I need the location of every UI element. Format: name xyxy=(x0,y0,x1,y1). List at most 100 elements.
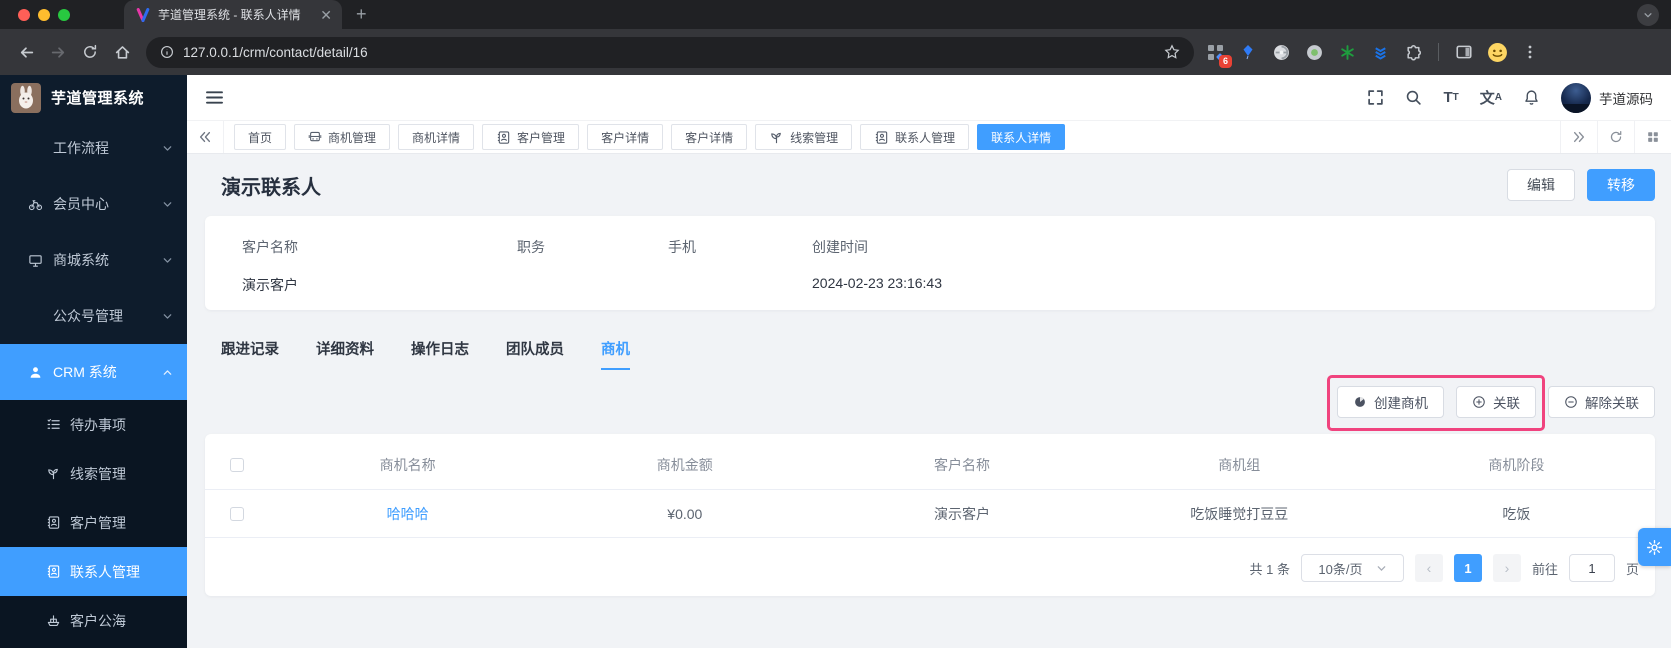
sidebar-submenu: 待办事项 线索管理 客户管理 联系人管理 客户公海 xyxy=(0,400,187,648)
kite-extension-icon[interactable] xyxy=(1235,39,1261,65)
shop-icon xyxy=(27,253,44,268)
tab-search-chevron-icon[interactable] xyxy=(1637,4,1659,26)
next-page-button[interactable]: › xyxy=(1493,554,1521,582)
info-label: 客户名称 xyxy=(242,237,517,257)
layout-grid-icon[interactable] xyxy=(1634,121,1671,153)
todo-list-icon xyxy=(45,417,61,432)
tag-tab[interactable]: 客户管理 xyxy=(482,124,579,150)
unlink-button[interactable]: 解除关联 xyxy=(1548,386,1655,418)
fullscreen-icon[interactable] xyxy=(1367,89,1384,106)
sidebar-subitem[interactable]: 线索管理 xyxy=(0,449,187,498)
extensions-puzzle-icon[interactable] xyxy=(1400,39,1426,65)
tag-tab[interactable]: 商机详情 xyxy=(398,124,474,150)
contacts-icon xyxy=(45,564,61,579)
sidebar-item[interactable]: 工作流程 xyxy=(0,120,187,176)
browser-tab-strip: 芋道管理系统 - 联系人详情 ✕ + xyxy=(0,0,1671,29)
window-close-button[interactable] xyxy=(18,9,30,21)
sidebar-item[interactable]: CRM 系统 xyxy=(0,344,187,400)
info-label: 创建时间 xyxy=(812,237,1631,257)
home-button[interactable] xyxy=(106,36,138,68)
profile-avatar-icon[interactable] xyxy=(1484,39,1510,65)
translate-icon[interactable]: 文A xyxy=(1480,87,1502,108)
logo-rabbit-icon xyxy=(11,83,41,113)
site-info-icon[interactable] xyxy=(160,45,174,59)
sidebar-subitem[interactable]: 待办事项 xyxy=(0,400,187,449)
create-opportunity-button[interactable]: 创建商机 xyxy=(1337,386,1444,418)
tag-tab[interactable]: 客户详情 xyxy=(671,124,747,150)
header-checkbox-cell xyxy=(205,458,269,472)
tags-view-bar: 首页 商机管理 商机详情 客户管理 客户详情 客户详情 线索管理 联系人管理 联… xyxy=(187,120,1671,154)
detail-tab[interactable]: 跟进记录 xyxy=(221,338,279,370)
circle-plus-icon xyxy=(1472,395,1486,409)
url-bar[interactable]: 127.0.0.1/crm/contact/detail/16 xyxy=(146,37,1194,68)
url-text: 127.0.0.1/crm/contact/detail/16 xyxy=(183,45,368,60)
sidebar-subitem[interactable]: 客户管理 xyxy=(0,498,187,547)
detail-tab[interactable]: 团队成员 xyxy=(506,338,564,370)
tag-tab[interactable]: 联系人详情 xyxy=(977,124,1065,150)
page-size-select[interactable]: 10条/页 xyxy=(1301,554,1404,582)
chevron-down-icon xyxy=(162,311,173,322)
detail-tab[interactable]: 详细资料 xyxy=(316,338,374,370)
tags-refresh-icon[interactable] xyxy=(1597,121,1634,153)
edit-button[interactable]: 编辑 xyxy=(1507,169,1575,201)
tag-tab[interactable]: 客户详情 xyxy=(587,124,663,150)
record-extension-icon[interactable] xyxy=(1301,39,1327,65)
new-tab-button[interactable]: + xyxy=(342,4,381,25)
extension-grid-icon[interactable]: 6 xyxy=(1202,39,1228,65)
info-value: 2024-02-23 23:16:43 xyxy=(812,275,1631,291)
tab-close-icon[interactable]: ✕ xyxy=(320,8,332,22)
select-all-checkbox[interactable] xyxy=(230,458,244,472)
sidebar-item[interactable]: 商城系统 xyxy=(0,232,187,288)
page-title: 演示联系人 xyxy=(221,171,321,200)
green-star-extension-icon[interactable] xyxy=(1334,39,1360,65)
menu-fold-icon[interactable] xyxy=(205,89,224,106)
prev-page-button[interactable]: ‹ xyxy=(1415,554,1443,582)
font-size-icon[interactable]: TT xyxy=(1443,89,1458,106)
reload-button[interactable] xyxy=(74,36,106,68)
transfer-button[interactable]: 转移 xyxy=(1587,169,1655,201)
detail-tabs: 跟进记录 详细资料 操作日志 团队成员 商机 xyxy=(221,338,1655,370)
goto-page-input[interactable] xyxy=(1569,554,1615,582)
chevron-down-icon xyxy=(162,199,173,210)
browser-menu-kebab-icon[interactable] xyxy=(1517,39,1543,65)
back-button[interactable] xyxy=(10,36,42,68)
table-cell: 吃饭睡觉打豆豆 xyxy=(1101,504,1378,524)
row-checkbox[interactable] xyxy=(230,507,244,521)
window-zoom-button[interactable] xyxy=(58,9,70,21)
window-minimize-button[interactable] xyxy=(38,9,50,21)
van-icon xyxy=(308,130,322,144)
user-menu[interactable]: 芋道源码 xyxy=(1561,83,1653,113)
sidebar-subitem[interactable]: 客户公海 xyxy=(0,596,187,645)
pagination: 共 1 条 10条/页 ‹ 1 › 前往 页 xyxy=(205,538,1655,586)
opportunity-icon xyxy=(1353,395,1367,409)
tags-scroll-right-icon[interactable] xyxy=(1560,121,1597,153)
link-button[interactable]: 关联 xyxy=(1456,386,1536,418)
settings-gear-button[interactable] xyxy=(1638,528,1671,566)
sidebar-item[interactable]: 公众号管理 xyxy=(0,288,187,344)
tag-tab[interactable]: 商机管理 xyxy=(294,124,390,150)
tag-tab[interactable]: 联系人管理 xyxy=(860,124,969,150)
pinwheel-extension-icon[interactable] xyxy=(1268,39,1294,65)
goto-label: 前往 xyxy=(1532,559,1558,578)
side-panel-icon[interactable] xyxy=(1451,39,1477,65)
info-field: 职务 xyxy=(517,237,668,310)
detail-tab[interactable]: 操作日志 xyxy=(411,338,469,370)
contacts-icon xyxy=(874,130,889,145)
browser-tab[interactable]: 芋道管理系统 - 联系人详情 ✕ xyxy=(124,0,342,29)
chevrons-extension-icon[interactable] xyxy=(1367,39,1393,65)
tag-tab[interactable]: 首页 xyxy=(234,124,286,150)
chevron-down-icon xyxy=(1376,563,1387,574)
sidebar-item[interactable]: 会员中心 xyxy=(0,176,187,232)
detail-tab[interactable]: 商机 xyxy=(601,338,630,370)
page-number-button[interactable]: 1 xyxy=(1454,554,1482,582)
opportunity-name-link[interactable]: 哈哈哈 xyxy=(269,504,546,524)
forward-button[interactable] xyxy=(42,36,74,68)
sidebar-subitem[interactable]: 联系人管理 xyxy=(0,547,187,596)
seedling-icon xyxy=(45,466,61,481)
page-content: 演示联系人 编辑 转移 客户名称 演示客户 职务 手机 创建时间 2024-02… xyxy=(187,154,1671,648)
notification-bell-icon[interactable] xyxy=(1523,89,1540,106)
search-icon[interactable] xyxy=(1405,89,1422,106)
bookmark-star-icon[interactable] xyxy=(1164,44,1180,60)
tags-scroll-left-icon[interactable] xyxy=(187,121,224,153)
tag-tab[interactable]: 线索管理 xyxy=(755,124,852,150)
